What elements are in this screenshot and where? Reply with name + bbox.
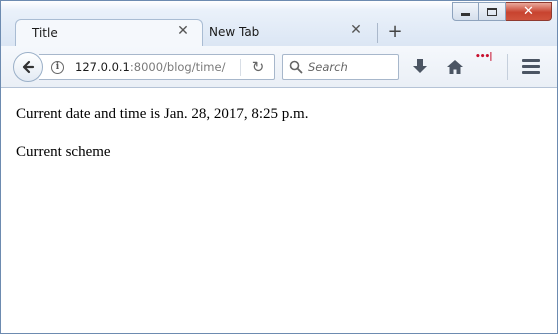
tab-divider: [377, 23, 378, 43]
hamburger-menu-icon[interactable]: [522, 59, 540, 75]
minimize-button[interactable]: [452, 2, 479, 21]
datetime-text: Current date and time is Jan. 28, 2017, …: [16, 106, 309, 122]
url-bar[interactable]: i 127.0.0.1:8000/blog/time/ ↻: [39, 54, 275, 80]
close-icon: ✕: [523, 4, 534, 19]
browser-window: Title ✕ New Tab ✕ + ✕ i 127.0.0.1:8000/b…: [0, 0, 558, 334]
minimize-icon: [461, 13, 470, 16]
nav-toolbar: i 127.0.0.1:8000/blog/time/ ↻ Search •••…: [1, 46, 557, 88]
tab-strip: Title ✕ New Tab ✕ + ✕: [1, 1, 557, 47]
close-tab-icon[interactable]: ✕: [349, 23, 363, 37]
pocket-icon[interactable]: •••|: [475, 52, 495, 62]
download-icon[interactable]: [411, 58, 429, 76]
tab-label: New Tab: [209, 25, 260, 39]
close-window-button[interactable]: ✕: [506, 2, 552, 21]
new-tab-button[interactable]: +: [384, 21, 406, 43]
toolbar-separator: [507, 54, 508, 80]
maximize-icon: [487, 7, 497, 16]
url-text[interactable]: 127.0.0.1:8000/blog/time/: [75, 60, 225, 74]
search-placeholder: Search: [308, 60, 348, 74]
page-content: Current date and time is Jan. 28, 2017, …: [1, 89, 557, 333]
info-icon[interactable]: i: [51, 61, 64, 74]
search-bar[interactable]: Search: [282, 54, 399, 80]
url-separator: [240, 59, 241, 76]
back-arrow-icon: [22, 60, 35, 74]
home-icon[interactable]: [446, 58, 464, 76]
scheme-text: Current scheme: [16, 144, 111, 160]
url-host: 127.0.0.1: [75, 60, 130, 74]
tab-new-tab[interactable]: New Tab ✕: [203, 19, 375, 47]
tab-label: Title: [32, 26, 58, 40]
tab-title[interactable]: Title ✕: [15, 19, 203, 47]
maximize-button[interactable]: [479, 2, 506, 21]
back-button[interactable]: [13, 52, 43, 82]
search-icon: [289, 60, 303, 74]
url-path: :8000/blog/time/: [129, 60, 226, 74]
reload-icon[interactable]: ↻: [249, 58, 267, 76]
close-tab-icon[interactable]: ✕: [176, 24, 190, 38]
